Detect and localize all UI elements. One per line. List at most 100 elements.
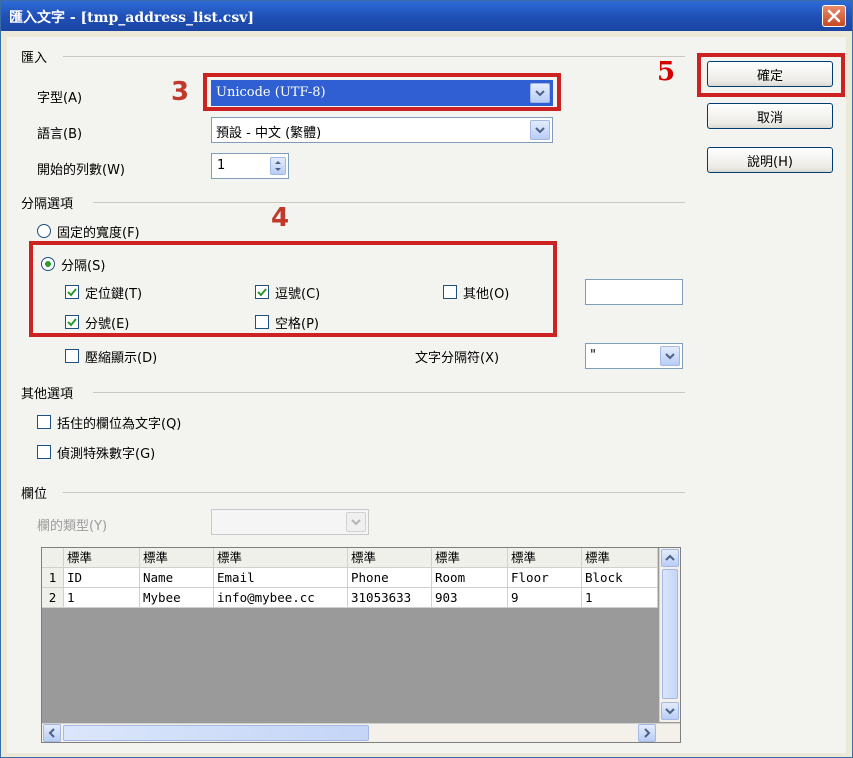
other-options-label: 其他選項 bbox=[21, 387, 74, 402]
checkmark-icon bbox=[67, 318, 77, 327]
from-row-spin-buttons[interactable] bbox=[270, 157, 286, 175]
from-row-value: 1 bbox=[217, 158, 226, 173]
separated-by-radio[interactable] bbox=[41, 257, 55, 271]
language-value: 預設 - 中文 (繁體) bbox=[216, 126, 322, 141]
close-button[interactable] bbox=[822, 5, 846, 27]
help-button-label: 說明(H) bbox=[747, 154, 793, 170]
text-delimiter-dropdown-button[interactable] bbox=[660, 346, 680, 366]
help-button[interactable]: 說明(H) bbox=[707, 147, 833, 173]
cancel-button[interactable]: 取消 bbox=[707, 103, 833, 129]
table-cell: ID bbox=[64, 568, 140, 588]
column-type-select[interactable] bbox=[211, 509, 369, 535]
column-header[interactable]: 標準 bbox=[348, 548, 432, 568]
table-cell: 31053633 bbox=[348, 588, 432, 608]
row-number: 1 bbox=[42, 568, 64, 588]
column-header[interactable]: 標準 bbox=[432, 548, 508, 568]
merge-delimiters-label: 壓縮顯示(D) bbox=[85, 351, 158, 366]
table-cell: Phone bbox=[348, 568, 432, 588]
spin-arrows-icon bbox=[275, 161, 281, 171]
table-cell: Room bbox=[432, 568, 508, 588]
table-cell: Floor bbox=[508, 568, 582, 588]
other-options-divider bbox=[93, 392, 685, 393]
annotation-number-3: 3 bbox=[171, 77, 190, 107]
annotation-number-5: 5 bbox=[657, 57, 676, 87]
preview-grid[interactable]: 標準 標準 標準 標準 標準 標準 標準 1 ID Name Email Pho… bbox=[41, 547, 681, 743]
ok-button-label: 確定 bbox=[756, 68, 783, 84]
chevron-down-icon bbox=[535, 127, 545, 134]
table-cell: 9 bbox=[508, 588, 582, 608]
from-row-spinbox[interactable]: 1 bbox=[211, 153, 289, 179]
merge-delimiters-checkbox[interactable] bbox=[65, 349, 79, 363]
import-text-dialog: 匯入文字 - [tmp_address_list.csv] 匯入 字型(A) 3… bbox=[0, 0, 853, 758]
charset-dropdown-button[interactable] bbox=[530, 83, 550, 103]
column-type-dropdown-button[interactable] bbox=[346, 512, 366, 532]
corner-cell bbox=[42, 548, 64, 568]
language-dropdown-button[interactable] bbox=[530, 120, 550, 140]
cancel-button-label: 取消 bbox=[756, 110, 783, 126]
other-label: 其他(O) bbox=[463, 287, 510, 302]
title-bar[interactable]: 匯入文字 - [tmp_address_list.csv] bbox=[1, 1, 852, 31]
other-checkbox[interactable] bbox=[443, 285, 457, 299]
language-select[interactable]: 預設 - 中文 (繁體) bbox=[211, 117, 553, 143]
scroll-down-button[interactable] bbox=[661, 702, 679, 720]
annotation-number-4: 4 bbox=[271, 203, 290, 233]
chevron-down-icon bbox=[665, 353, 675, 360]
tab-label: 定位鍵(T) bbox=[85, 287, 143, 302]
chevron-right-icon bbox=[644, 728, 651, 738]
fixed-width-label: 固定的寬度(F) bbox=[57, 226, 140, 241]
ok-button[interactable]: 確定 bbox=[707, 61, 833, 87]
table-cell: info@mybee.cc bbox=[214, 588, 348, 608]
column-header[interactable]: 標準 bbox=[214, 548, 348, 568]
column-type-label: 欄的類型(Y) bbox=[37, 519, 108, 534]
tab-checkbox[interactable] bbox=[65, 285, 79, 299]
space-checkbox[interactable] bbox=[255, 315, 269, 329]
from-row-label: 開始的列數(W) bbox=[37, 163, 125, 178]
table-row: 2 1 Mybee info@mybee.cc 31053633 903 9 1 bbox=[42, 588, 658, 608]
horizontal-scrollbar[interactable] bbox=[42, 723, 680, 742]
comma-label: 逗號(C) bbox=[275, 287, 321, 302]
language-label: 語言(B) bbox=[37, 127, 83, 142]
column-header[interactable]: 標準 bbox=[508, 548, 582, 568]
import-section-label: 匯入 bbox=[21, 51, 48, 66]
chevron-down-icon bbox=[351, 519, 361, 526]
checkmark-icon bbox=[67, 288, 77, 297]
separator-section-label: 分隔選項 bbox=[21, 197, 74, 212]
separated-by-label: 分隔(S) bbox=[61, 259, 106, 274]
semicolon-checkbox[interactable] bbox=[65, 315, 79, 329]
table-row: 1 ID Name Email Phone Room Floor Block bbox=[42, 568, 658, 588]
other-separator-input[interactable] bbox=[585, 279, 683, 305]
table-cell: Mybee bbox=[140, 588, 214, 608]
close-icon bbox=[827, 9, 841, 23]
semicolon-label: 分號(E) bbox=[85, 317, 130, 332]
space-label: 空格(P) bbox=[275, 317, 319, 332]
table-cell: Block bbox=[582, 568, 658, 588]
column-header[interactable]: 標準 bbox=[140, 548, 214, 568]
charset-select[interactable]: Unicode (UTF-8) bbox=[211, 80, 553, 106]
column-header[interactable]: 標準 bbox=[64, 548, 140, 568]
fixed-width-radio[interactable] bbox=[37, 224, 51, 238]
text-delimiter-select[interactable]: " bbox=[585, 343, 683, 369]
detect-special-numbers-label: 偵測特殊數字(G) bbox=[57, 447, 156, 462]
vertical-scrollbar[interactable] bbox=[659, 548, 680, 722]
fields-section-label: 欄位 bbox=[21, 487, 48, 502]
column-header[interactable]: 標準 bbox=[582, 548, 658, 568]
text-delimiter-value: " bbox=[590, 348, 596, 363]
table-cell: Name bbox=[140, 568, 214, 588]
separator-section-divider bbox=[93, 202, 685, 203]
chevron-left-icon bbox=[48, 728, 55, 738]
chevron-down-icon bbox=[535, 90, 545, 97]
scroll-left-button[interactable] bbox=[43, 724, 61, 742]
scroll-up-button[interactable] bbox=[661, 549, 679, 567]
vertical-scroll-thumb[interactable] bbox=[662, 569, 678, 699]
quoted-as-text-label: 括住的欄位為文字(Q) bbox=[57, 417, 182, 432]
scroll-right-button[interactable] bbox=[638, 724, 656, 742]
table-cell: Email bbox=[214, 568, 348, 588]
import-section-divider bbox=[63, 56, 685, 57]
horizontal-scroll-thumb[interactable] bbox=[63, 725, 369, 741]
detect-special-numbers-checkbox[interactable] bbox=[37, 445, 51, 459]
preview-header-row: 標準 標準 標準 標準 標準 標準 標準 bbox=[42, 548, 658, 568]
quoted-as-text-checkbox[interactable] bbox=[37, 415, 51, 429]
text-delimiter-label: 文字分隔符(X) bbox=[415, 351, 500, 366]
checkmark-icon bbox=[257, 288, 267, 297]
comma-checkbox[interactable] bbox=[255, 285, 269, 299]
